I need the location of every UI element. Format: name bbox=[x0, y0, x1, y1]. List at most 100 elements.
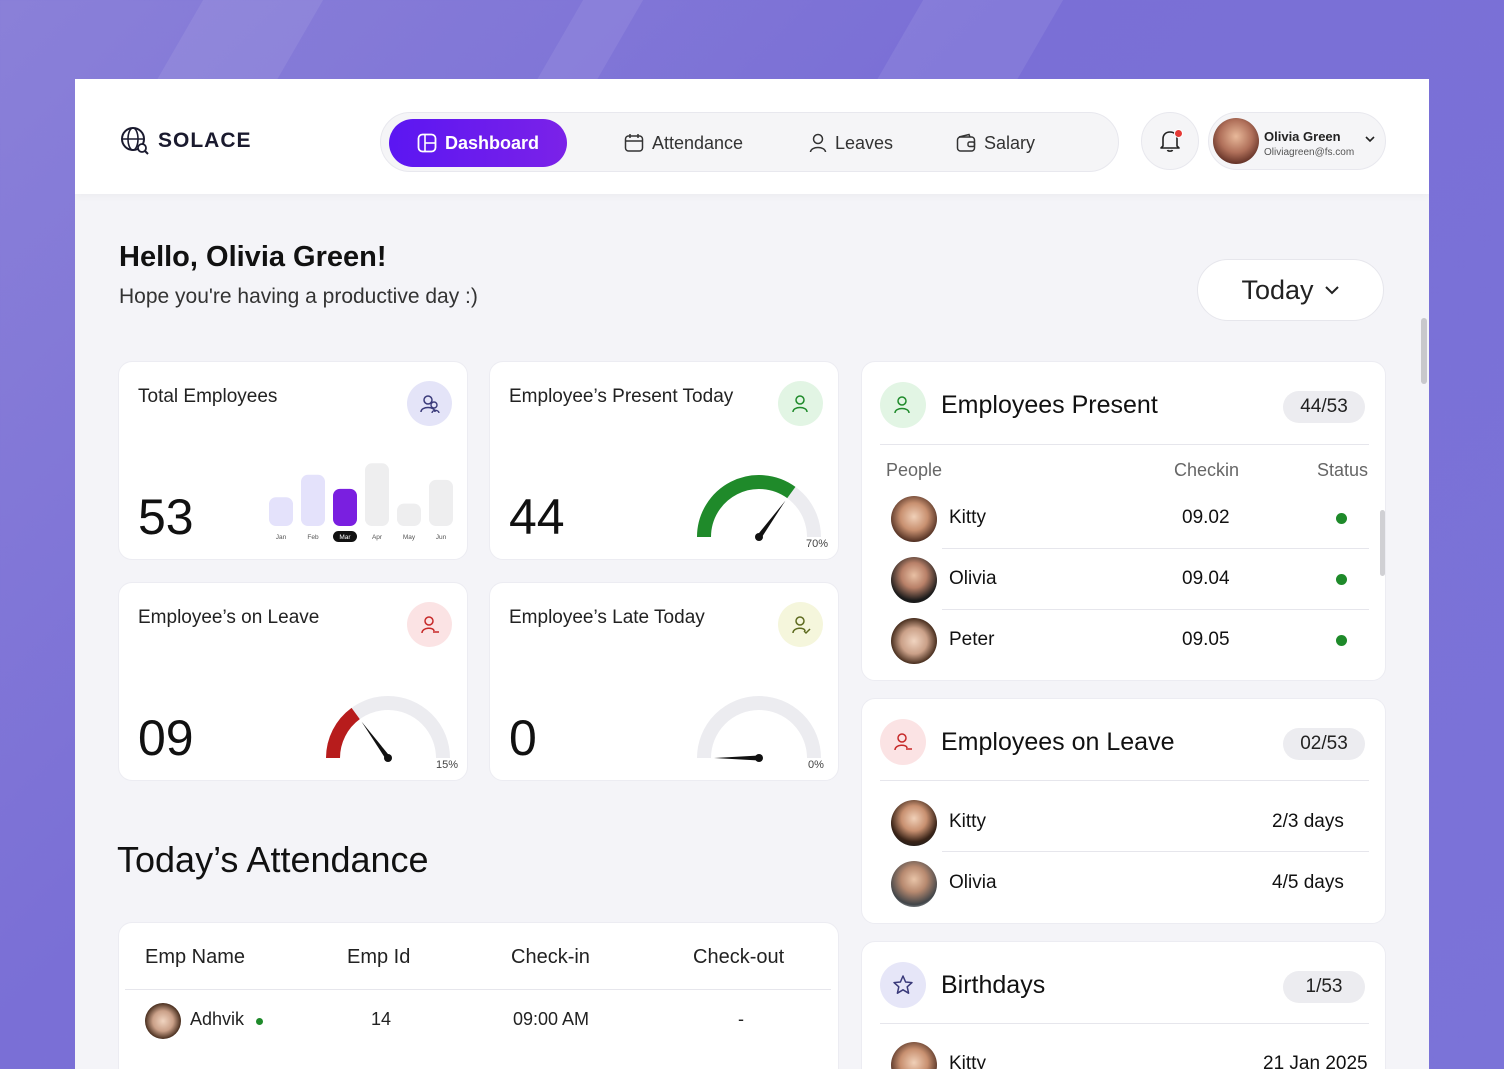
nav-dashboard[interactable]: Dashboard bbox=[389, 119, 568, 167]
bar-mar[interactable] bbox=[333, 488, 357, 526]
greeting-title: Hello, Olivia Green! bbox=[119, 241, 387, 273]
nav-salary[interactable]: Salary bbox=[956, 119, 1035, 167]
stat-title: Employee’s on Leave bbox=[138, 607, 320, 628]
employee-name: Olivia bbox=[949, 872, 997, 893]
emp-id: 14 bbox=[371, 1009, 392, 1029]
employee-name: Peter bbox=[949, 629, 995, 650]
user-check-icon bbox=[778, 381, 823, 426]
panel-title: Employees Present bbox=[941, 391, 1158, 419]
period-dropdown[interactable]: Today bbox=[1197, 259, 1384, 321]
stat-title: Employee’s Present Today bbox=[509, 386, 734, 407]
monthly-bar-chart: Jan Feb Mar Apr May Jun bbox=[269, 463, 453, 542]
late-today-card[interactable]: Employee’s Late Today 0 0% bbox=[489, 582, 839, 781]
divider bbox=[880, 780, 1369, 781]
attendance-table: Emp Name Emp Id Check-in Check-out Adhvi… bbox=[118, 922, 839, 1069]
scrollbar[interactable] bbox=[1421, 318, 1427, 384]
emp-name: Adhvik bbox=[190, 1009, 245, 1029]
avatar bbox=[891, 557, 937, 603]
profile-name: Olivia Green bbox=[1264, 129, 1341, 144]
gauge-percent: 15% bbox=[436, 759, 459, 771]
chevron-down-icon bbox=[1324, 286, 1339, 295]
checkin-time: 09:00 AM bbox=[513, 1009, 590, 1029]
status-dot bbox=[1336, 635, 1347, 646]
stat-title: Employee’s Late Today bbox=[509, 607, 705, 628]
leave-gauge bbox=[326, 696, 450, 762]
checkin-time: 09.05 bbox=[1182, 629, 1230, 650]
gauge-needle bbox=[756, 500, 786, 539]
stat-value: 44 bbox=[509, 489, 565, 545]
notifications-button[interactable] bbox=[1141, 112, 1199, 170]
chevron-down-icon bbox=[1365, 136, 1375, 143]
table-header: Check-in bbox=[511, 946, 590, 968]
avatar bbox=[891, 861, 937, 907]
total-employees-card[interactable]: Total Employees 53 Jan Feb Mar Apr May Jun bbox=[118, 361, 468, 560]
divider bbox=[942, 548, 1369, 549]
present-count-badge: 44/53 bbox=[1283, 391, 1365, 423]
panel-scrollbar[interactable] bbox=[1380, 510, 1385, 576]
avatar bbox=[891, 496, 937, 542]
attendance-section-title: Today’s Attendance bbox=[117, 839, 429, 880]
period-value: Today bbox=[1241, 274, 1314, 305]
employee-name: Olivia bbox=[949, 568, 997, 589]
avatar bbox=[1213, 118, 1259, 164]
employee-name: Kitty bbox=[949, 811, 986, 832]
stat-value: 09 bbox=[138, 710, 194, 766]
gauge-fill bbox=[326, 707, 361, 759]
nav-attendance[interactable]: Attendance bbox=[624, 119, 743, 167]
gauge-percent: 70% bbox=[806, 538, 829, 550]
app-window: SOLACE Dashboard Attendance Leaves Salar… bbox=[75, 79, 1429, 1069]
employees-on-leave-panel: Employees on Leave 02/53 Kitty 2/3 days … bbox=[861, 698, 1386, 924]
employee-name: Kitty bbox=[949, 1053, 986, 1069]
app-name: SOLACE bbox=[158, 129, 252, 152]
gauge-track bbox=[697, 696, 821, 759]
birthday-date: 21 Jan 2025 bbox=[1263, 1053, 1368, 1069]
month-label: Apr bbox=[372, 534, 383, 541]
gauge-needle bbox=[714, 755, 759, 761]
greeting-subtitle: Hope you're having a productive day :) bbox=[119, 285, 478, 308]
birthdays-panel: Birthdays 1/53 Kitty 21 Jan 2025 bbox=[861, 941, 1386, 1069]
divider bbox=[942, 609, 1369, 610]
bar-apr[interactable] bbox=[365, 463, 389, 526]
nav-leaves-label: Leaves bbox=[835, 132, 894, 153]
checkin-time: 09.02 bbox=[1182, 507, 1230, 528]
employees-present-panel: Employees Present 44/53 People Checkin S… bbox=[861, 361, 1386, 681]
bar-may[interactable] bbox=[397, 503, 421, 526]
logo[interactable]: SOLACE bbox=[120, 126, 252, 156]
avatar bbox=[891, 800, 937, 846]
nav-dashboard-label: Dashboard bbox=[445, 132, 540, 153]
leave-count-badge: 02/53 bbox=[1283, 728, 1365, 760]
wallet-icon bbox=[956, 133, 976, 152]
bar-jun[interactable] bbox=[429, 479, 453, 526]
main-nav: Dashboard Attendance Leaves Salary bbox=[380, 112, 1119, 172]
nav-leaves[interactable]: Leaves bbox=[809, 119, 893, 167]
profile-menu[interactable]: Olivia Green Oliviagreen@fs.com bbox=[1208, 112, 1386, 170]
month-label: Jan bbox=[276, 534, 287, 541]
online-dot bbox=[256, 1018, 263, 1025]
notification-badge bbox=[1174, 129, 1183, 138]
profile-email: Oliviagreen@fs.com bbox=[1264, 147, 1355, 158]
leave-days: 4/5 days bbox=[1272, 872, 1344, 893]
on-leave-card[interactable]: Employee’s on Leave 09 15% bbox=[118, 582, 468, 781]
panel-title: Birthdays bbox=[941, 971, 1046, 999]
gauge-percent: 0% bbox=[808, 759, 824, 771]
status-dot bbox=[1336, 574, 1347, 585]
column-header: Status bbox=[1317, 460, 1369, 480]
user-check-icon bbox=[880, 382, 926, 428]
avatar bbox=[145, 1003, 181, 1039]
present-today-card[interactable]: Employee’s Present Today 44 70% bbox=[489, 361, 839, 560]
bar-jan[interactable] bbox=[269, 497, 293, 526]
birthday-count-badge: 1/53 bbox=[1283, 971, 1365, 1003]
gauge-hub bbox=[755, 533, 763, 541]
avatar bbox=[891, 618, 937, 664]
avatar bbox=[891, 1042, 937, 1069]
gauge-hub bbox=[755, 754, 763, 762]
month-label: Jun bbox=[436, 534, 447, 541]
bar-feb[interactable] bbox=[301, 474, 325, 526]
present-gauge bbox=[697, 475, 821, 541]
nav-attendance-label: Attendance bbox=[652, 132, 744, 153]
star-icon bbox=[880, 962, 926, 1008]
stat-value: 53 bbox=[138, 489, 194, 545]
table-header: Emp Id bbox=[347, 946, 411, 968]
user-clock-icon bbox=[778, 602, 823, 647]
status-dot bbox=[1336, 513, 1347, 524]
